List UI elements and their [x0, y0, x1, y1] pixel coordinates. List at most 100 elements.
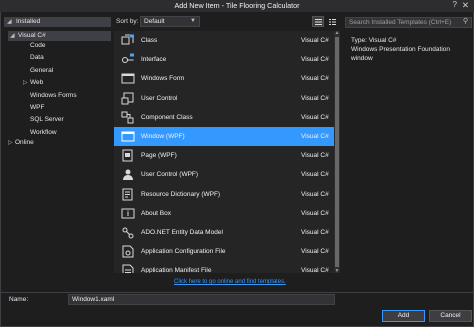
template-item[interactable]: Component Class Visual C# — [114, 108, 334, 127]
tree-node-label: Web — [30, 79, 44, 87]
add-button[interactable]: Add — [382, 310, 425, 322]
collapsed-arrow-icon: ▷ — [8, 140, 13, 146]
tree-node-label: Windows Forms — [30, 91, 77, 99]
template-name: User Control — [141, 94, 178, 102]
tree-node-visual-csharp-label: Visual C# — [18, 32, 46, 39]
template-item[interactable]: User Control Visual C# — [114, 89, 334, 108]
template-language: Visual C# — [301, 94, 329, 102]
wpf-user-control-icon — [123, 169, 133, 181]
template-language: Visual C# — [301, 152, 329, 160]
scroll-up-arrow-icon[interactable]: ▲ — [334, 31, 340, 36]
cancel-button[interactable]: Cancel — [429, 310, 472, 322]
template-language: Visual C# — [301, 229, 329, 236]
template-description: Windows Presentation Foundation window — [351, 46, 451, 62]
collapsed-arrow-icon: ▷ — [23, 80, 28, 87]
list-view-icon — [315, 19, 322, 25]
template-name: User Control (WPF) — [141, 171, 199, 179]
template-name: Resource Dictionary (WPF) — [141, 190, 221, 198]
tree-node-installed[interactable]: ◢ Installed — [4, 17, 111, 27]
template-item[interactable]: Class Visual C# — [114, 31, 334, 50]
category-tree: ◢ Installed ◢ Visual C# Code Data General ▷… — [2, 15, 111, 273]
manifest-file-icon — [122, 264, 134, 273]
template-item[interactable]: Page (WPF) Visual C# — [114, 146, 334, 165]
windows-form-icon — [121, 73, 135, 84]
tree-node-windows-forms[interactable]: Windows Forms — [30, 91, 77, 101]
template-language: Visual C# — [301, 267, 329, 273]
search-icon[interactable]: ⚲ — [463, 17, 468, 26]
template-item[interactable]: Window (WPF) Visual C# — [114, 127, 334, 146]
template-info-panel: Type: Visual C# Windows Presentation Fou… — [351, 36, 469, 63]
tree-node-wpf[interactable]: WPF — [30, 103, 44, 113]
tree-node-label: Code — [30, 42, 46, 49]
name-input[interactable]: Window1.xaml — [68, 294, 335, 305]
config-file-icon — [122, 245, 134, 258]
template-item[interactable]: Windows Form Visual C# — [114, 69, 334, 88]
tree-node-code[interactable]: Code — [30, 41, 46, 51]
template-type: Type: Visual C# — [351, 37, 397, 44]
template-list: Class Visual C# Interface Visual C# Windows … — [114, 31, 340, 273]
scrollbar-thumb[interactable] — [335, 37, 339, 267]
template-item[interactable]: Resource Dictionary (WPF) Visual C# — [114, 185, 334, 204]
entity-data-model-icon — [122, 227, 134, 239]
tree-node-label: SQL Server — [30, 116, 64, 124]
name-label: Name: — [9, 296, 29, 303]
template-list-scrollbar[interactable]: ▲ ▼ — [334, 31, 340, 273]
title-bar: Add New Item - Tile Flooring Calculator … — [0, 0, 474, 12]
template-search-input[interactable]: Search Installed Templates (Ctrl+E) ⚲ — [345, 17, 472, 28]
wpf-page-icon — [122, 149, 133, 162]
template-name: Component Class — [141, 113, 193, 121]
medium-icons-view-button[interactable] — [312, 16, 324, 27]
template-name: Class — [141, 37, 158, 44]
tree-node-visual-csharp[interactable]: ◢ Visual C# — [8, 31, 111, 41]
interface-icon — [122, 53, 134, 64]
find-templates-online-link[interactable]: Click here to go online and find templat… — [174, 279, 286, 285]
template-language: Visual C# — [301, 113, 329, 121]
tree-node-label: Data — [30, 54, 44, 62]
template-name: Application Manifest File — [141, 267, 212, 273]
template-name: Application Configuration File — [141, 248, 226, 256]
tree-node-sql-server[interactable]: SQL Server — [30, 115, 64, 125]
details-view-icon — [329, 19, 336, 25]
template-toolbar: Sort by: Default ▼ — [114, 15, 340, 29]
template-language: Visual C# — [301, 248, 329, 256]
sort-dropdown[interactable]: Default ▼ — [140, 16, 200, 27]
tree-node-web[interactable]: ▷ Web — [23, 78, 44, 88]
search-placeholder: Search Installed Templates (Ctrl+E) — [349, 19, 452, 26]
expanded-arrow-icon: ◢ — [10, 33, 15, 39]
template-item[interactable]: Interface Visual C# — [114, 50, 334, 69]
tree-node-workflow[interactable]: Workflow — [30, 128, 57, 138]
tree-node-general[interactable]: General — [30, 66, 53, 76]
footer-divider — [0, 292, 474, 293]
template-name: Page (WPF) — [141, 152, 177, 160]
template-language: Visual C# — [301, 37, 329, 44]
template-language: Visual C# — [301, 209, 329, 217]
class-icon — [121, 34, 134, 45]
help-button[interactable]: ? — [453, 0, 457, 9]
template-item[interactable]: About Box Visual C# — [114, 204, 334, 223]
tree-node-online-label: Online — [15, 139, 34, 146]
template-item[interactable]: User Control (WPF) Visual C# — [114, 165, 334, 184]
template-item[interactable]: ADO.NET Entity Data Model Visual C# — [114, 223, 334, 242]
scroll-down-arrow-icon[interactable]: ▼ — [334, 268, 340, 273]
small-icons-view-button[interactable] — [326, 16, 338, 27]
close-button[interactable]: ✕ — [462, 0, 469, 11]
template-name: Windows Form — [141, 75, 185, 83]
template-name: ADO.NET Entity Data Model — [141, 229, 223, 236]
template-item[interactable]: Application Manifest File Visual C# — [114, 261, 334, 273]
template-language: Visual C# — [301, 190, 329, 198]
template-name: About Box — [141, 209, 171, 217]
sort-label: Sort by: — [116, 18, 139, 25]
wpf-window-icon — [121, 131, 135, 142]
tree-node-data[interactable]: Data — [30, 53, 44, 63]
component-class-icon — [121, 111, 134, 124]
template-language: Visual C# — [301, 75, 329, 83]
tree-node-online[interactable]: ▷ Online — [8, 138, 34, 148]
window-title: Add New Item - Tile Flooring Calculator — [174, 1, 300, 10]
user-control-icon — [121, 92, 134, 105]
chevron-down-icon: ▼ — [190, 18, 196, 24]
tree-node-label: WPF — [30, 104, 45, 111]
template-item[interactable]: Application Configuration File Visual C# — [114, 242, 334, 261]
template-language: Visual C# — [301, 133, 329, 140]
name-input-value: Window1.xaml — [72, 296, 115, 303]
tree-node-label: Workflow — [30, 128, 57, 136]
